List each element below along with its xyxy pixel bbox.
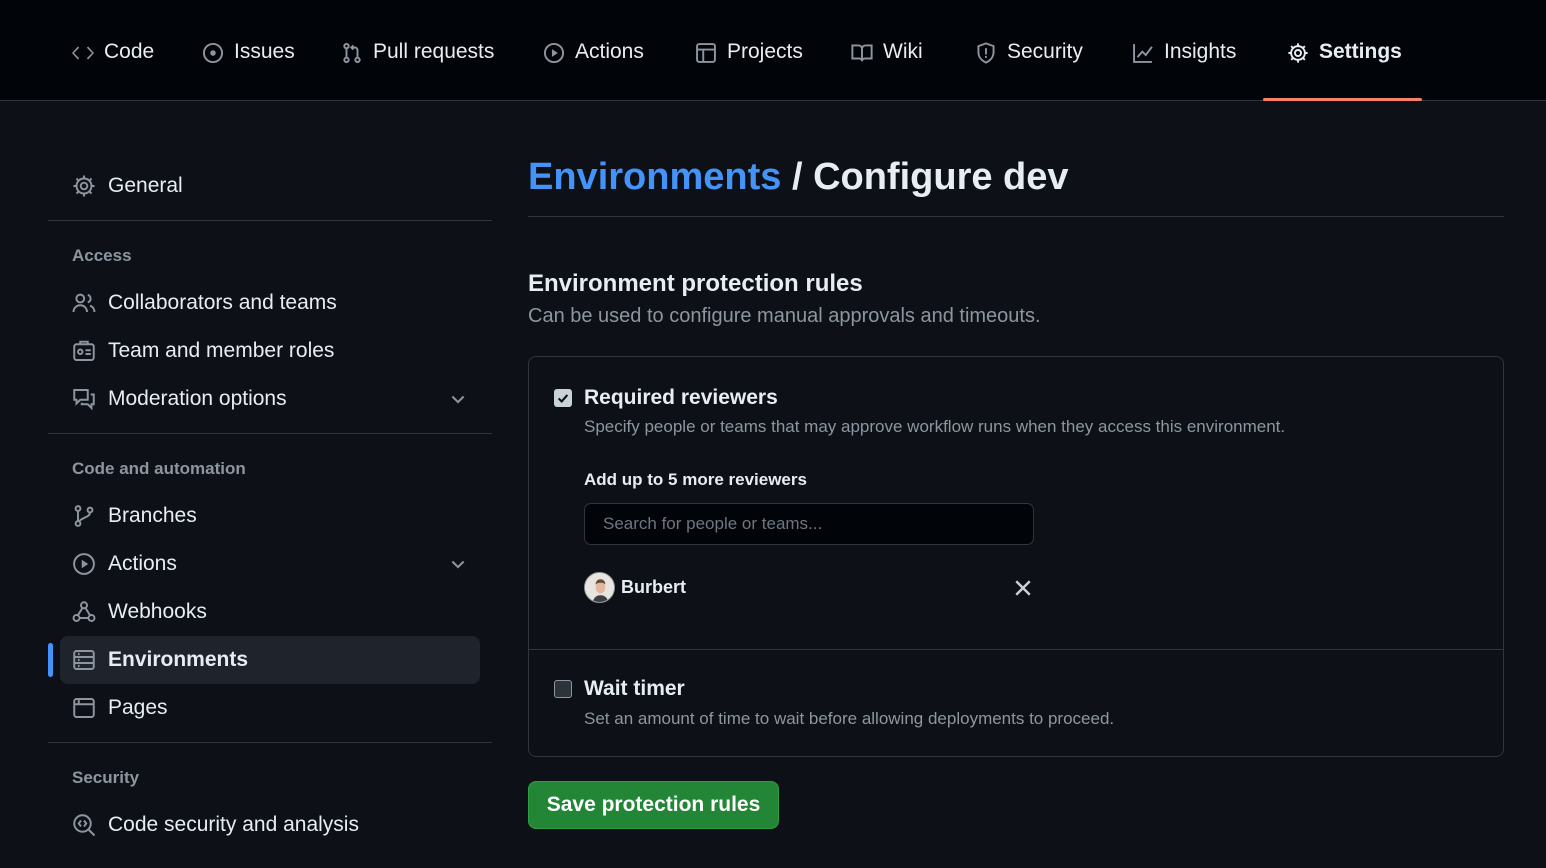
protection-rules-box: Required reviewers Specify people or tea… — [528, 356, 1504, 757]
reviewer-item: Burbert — [584, 572, 686, 603]
breadcrumb-environments[interactable]: Environments — [528, 156, 781, 198]
sidebar-divider — [48, 220, 492, 221]
chevron-down-icon[interactable] — [448, 554, 468, 574]
shield-icon — [975, 42, 997, 64]
page-title: Environments / Configure dev — [528, 156, 1069, 199]
tab-label: Code — [104, 40, 155, 63]
play-icon — [72, 552, 96, 576]
sidebar-item-environments[interactable]: Environments — [60, 636, 480, 684]
table-icon — [695, 42, 717, 64]
required-reviewers-title: Required reviewers — [584, 386, 778, 409]
sidebar-divider — [48, 433, 492, 434]
wait-timer-title: Wait timer — [584, 677, 685, 700]
avatar — [584, 572, 615, 603]
page-title-suffix: / Configure dev — [791, 156, 1069, 198]
sidebar-item-label: Team and member roles — [108, 339, 335, 362]
comment-discussion-icon — [72, 387, 96, 411]
sidebar-item-label: General — [108, 174, 183, 197]
sidebar-heading-access: Access — [72, 246, 132, 265]
browser-icon — [72, 696, 96, 720]
active-item-marker — [48, 643, 53, 677]
people-icon — [72, 291, 96, 315]
server-icon — [72, 648, 96, 672]
gear-icon — [1287, 42, 1309, 64]
sidebar-item-moderation-options[interactable]: Moderation options — [60, 375, 480, 423]
tab-issues[interactable]: Issues — [202, 40, 295, 101]
wait-timer-description: Set an amount of time to wait before all… — [584, 709, 1115, 728]
required-reviewers-description: Specify people or teams that may approve… — [584, 417, 1286, 436]
play-icon — [543, 42, 565, 64]
sidebar-item-code-security[interactable]: Code security and analysis — [60, 801, 480, 849]
sidebar-item-label: Actions — [108, 552, 177, 575]
sidebar-item-general[interactable]: General — [60, 162, 480, 210]
issue-opened-icon — [202, 42, 224, 64]
sidebar-item-label: Branches — [108, 504, 197, 527]
repo-nav: Code Issues Pull requests Actions Projec… — [0, 0, 1546, 101]
sidebar-item-label: Collaborators and teams — [108, 291, 337, 314]
sidebar-heading-code-automation: Code and automation — [72, 459, 246, 478]
tab-actions[interactable]: Actions — [543, 40, 644, 101]
tab-label: Settings — [1319, 40, 1402, 63]
sidebar-item-pages[interactable]: Pages — [60, 684, 480, 732]
tab-insights[interactable]: Insights — [1132, 40, 1236, 101]
reviewer-name: Burbert — [621, 577, 687, 597]
codescan-icon — [72, 813, 96, 837]
tab-settings[interactable]: Settings — [1287, 40, 1402, 101]
sidebar-item-label: Environments — [108, 648, 249, 671]
code-icon — [72, 42, 94, 64]
git-branch-icon — [72, 504, 96, 528]
chevron-down-icon[interactable] — [448, 389, 468, 409]
wait-timer-checkbox[interactable] — [554, 680, 572, 698]
tab-label: Issues — [234, 40, 295, 63]
sidebar-divider — [48, 742, 492, 743]
add-reviewers-label: Add up to 5 more reviewers — [584, 470, 807, 489]
sidebar-heading-security: Security — [72, 768, 140, 787]
tab-label: Projects — [727, 40, 803, 63]
sidebar-item-collaborators[interactable]: Collaborators and teams — [60, 279, 480, 327]
remove-reviewer-button[interactable] — [1011, 576, 1035, 600]
book-icon — [851, 42, 873, 64]
title-divider — [528, 216, 1504, 217]
graph-icon — [1132, 42, 1154, 64]
git-pull-request-icon — [341, 42, 363, 64]
section-description: Can be used to configure manual approval… — [528, 305, 1041, 327]
webhook-icon — [72, 600, 96, 624]
tab-projects[interactable]: Projects — [695, 40, 803, 101]
sidebar-item-label: Webhooks — [108, 600, 207, 623]
tab-security[interactable]: Security — [975, 40, 1083, 101]
tab-label: Insights — [1164, 40, 1237, 63]
sidebar-item-label: Code security and analysis — [108, 813, 359, 836]
sidebar-item-label: Pages — [108, 696, 168, 719]
reviewer-search-input[interactable] — [584, 503, 1034, 545]
required-reviewers-checkbox[interactable] — [554, 389, 572, 407]
gear-icon — [72, 174, 96, 198]
tab-label: Wiki — [883, 40, 923, 63]
sidebar-item-actions[interactable]: Actions — [60, 540, 480, 588]
tab-code[interactable]: Code — [72, 40, 154, 101]
sidebar-item-branches[interactable]: Branches — [60, 492, 480, 540]
id-badge-icon — [72, 339, 96, 363]
tab-pull-requests[interactable]: Pull requests — [341, 40, 494, 101]
tab-label: Pull requests — [373, 40, 495, 63]
sidebar-item-team-member-roles[interactable]: Team and member roles — [60, 327, 480, 375]
tab-wiki[interactable]: Wiki — [851, 40, 923, 101]
tab-label: Actions — [575, 40, 644, 63]
rule-divider — [529, 649, 1503, 650]
save-protection-rules-button[interactable]: Save protection rules — [528, 781, 779, 829]
sidebar-item-label: Moderation options — [108, 387, 287, 410]
active-tab-underline — [1263, 98, 1422, 101]
tab-label: Security — [1007, 40, 1083, 63]
section-title: Environment protection rules — [528, 270, 863, 297]
sidebar-item-webhooks[interactable]: Webhooks — [60, 588, 480, 636]
